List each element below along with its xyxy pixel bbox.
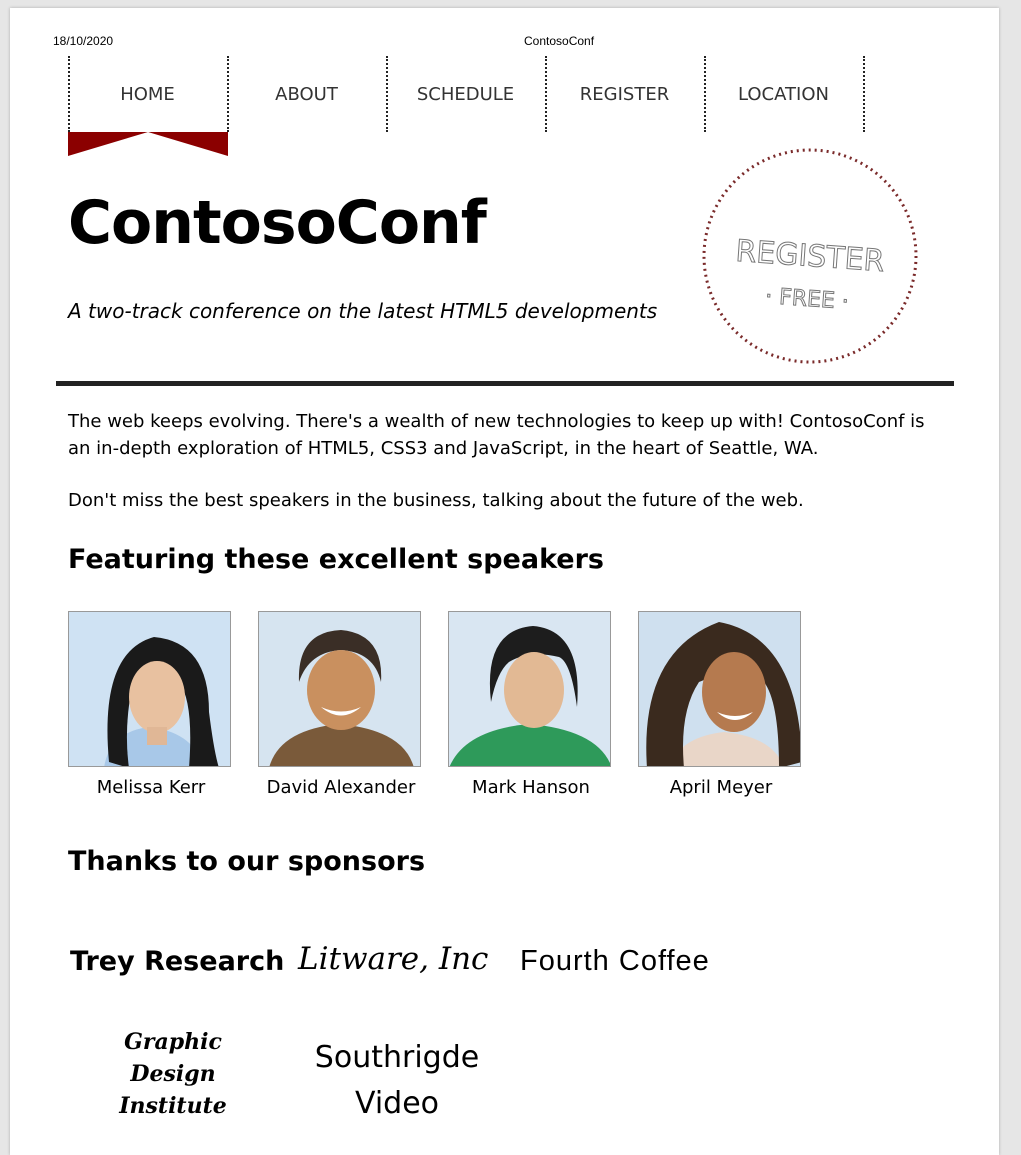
active-tab-ribbon [68,132,228,156]
print-page: 18/10/2020 ContosoConf HOME ABOUT SCHEDU… [10,8,999,1155]
speaker-name: David Alexander [266,777,416,798]
speaker-card[interactable]: Melissa Kerr [68,611,234,798]
badge-register-text: REGISTER [734,234,885,279]
nav-item-location[interactable]: LOCATION [704,56,863,132]
speaker-name: Melissa Kerr [96,777,206,798]
header-rule [56,381,954,386]
sponsor-logo-southrigde-video: Southrigde Video [314,1040,480,1121]
sponsor-logo-litware: Litware, Inc [298,941,489,977]
print-date: 18/10/2020 [53,34,114,48]
sponsor-logo-fourth-coffee: Fourth Coffee [520,945,710,977]
site-title: ContosoConf [68,188,487,258]
speaker-photo [258,611,421,767]
speaker-card[interactable]: David Alexander [258,611,424,798]
intro-paragraph-2: Don't miss the best speakers in the busi… [68,490,804,511]
register-free-badge[interactable]: REGISTER · FREE · [700,146,920,366]
nav-separator [863,56,865,132]
speaker-photo [448,611,611,767]
nav-item-about[interactable]: ABOUT [227,56,386,132]
speaker-name: Mark Hanson [472,777,590,798]
speaker-card[interactable]: April Meyer [638,611,804,798]
speakers-heading: Featuring these excellent speakers [68,544,605,575]
speaker-name: April Meyer [669,777,773,798]
sponsor-logo-trey-research: Trey Research [70,946,285,977]
sponsors-heading: Thanks to our sponsors [68,846,426,877]
site-tagline: A two-track conference on the latest HTM… [68,299,658,323]
nav-item-schedule[interactable]: SCHEDULE [386,56,545,132]
speaker-card[interactable]: Mark Hanson [448,611,614,798]
nav-item-register[interactable]: REGISTER [545,56,704,132]
badge-free-text: · FREE · [764,284,849,315]
intro-paragraph: The web keeps evolving. There's a wealth… [68,411,925,459]
sponsor-logo-graphic-design-institute: Graphic Design Institute [119,1029,227,1119]
speaker-photo [68,611,231,767]
nav-item-home[interactable]: HOME [68,56,227,132]
speaker-photo [638,611,801,767]
print-title: ContosoConf [524,34,595,48]
